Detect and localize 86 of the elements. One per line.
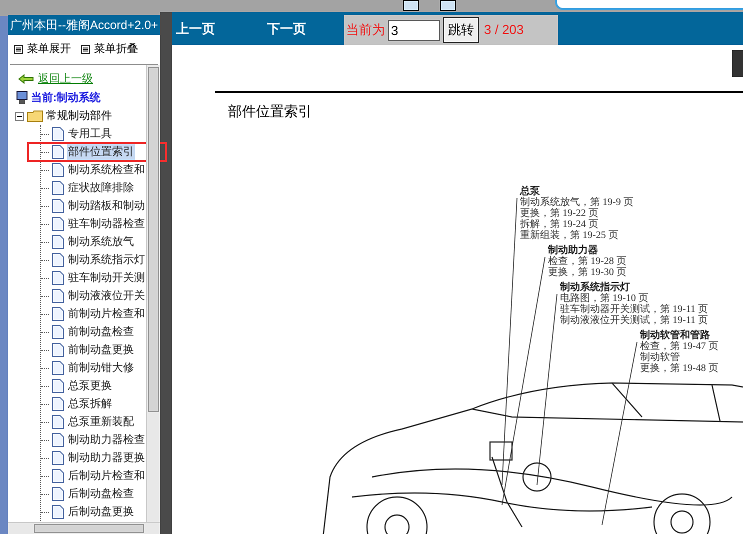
list-icon (14, 45, 23, 54)
document-icon (52, 217, 64, 231)
callout-line: 制动系统放气，第 19-9 页 (520, 197, 634, 208)
tree-item[interactable]: 驻车制动开关测 (67, 270, 146, 286)
tree-item[interactable]: 专用工具 (67, 126, 113, 142)
horizontal-scrollbar[interactable] (8, 522, 160, 534)
tree-item[interactable]: 前制动盘检查 (67, 324, 135, 340)
document-icon (52, 325, 64, 339)
collapse-toggle[interactable] (15, 112, 24, 120)
callout-title: 制动软管和管路 (640, 330, 711, 341)
callout-title: 总泵 (520, 186, 540, 197)
tree-item[interactable]: 总泵更换 (67, 378, 113, 394)
vertical-scrollbar[interactable] (146, 65, 160, 522)
tree-item[interactable]: 后制动盘更换 (67, 504, 135, 520)
list-icon (81, 45, 90, 54)
tree-item[interactable]: 前制动盘更换 (67, 342, 135, 358)
callout-line: 驻车制动器开关测试，第 19-11 页 (560, 304, 708, 315)
callout-title: 制动系统指示灯 (560, 282, 631, 293)
tree-item[interactable]: 前制动钳大修 (67, 360, 135, 376)
document-icon (52, 379, 64, 393)
document-icon (52, 127, 64, 141)
callout-line: 制动软管 (640, 352, 681, 363)
page-input[interactable]: 3 (388, 20, 440, 40)
menu-toggle[interactable]: 菜单展开 (14, 41, 71, 58)
callout-line: 拆解，第 19-24 页 (520, 219, 600, 230)
back-link[interactable]: 返回上一级 (38, 70, 93, 88)
folder-icon (27, 110, 43, 122)
menu-toggle[interactable]: 菜单折叠 (81, 41, 138, 58)
scrollbar-thumb[interactable] (34, 524, 144, 533)
document-icon (52, 307, 64, 321)
tree-item[interactable]: 制动系统检查和 (67, 162, 146, 178)
previous-page-link[interactable]: 上一页 (176, 18, 215, 38)
document-icon (52, 397, 64, 411)
callout-line: 检查，第 19-28 页 (548, 256, 626, 267)
document-icon (52, 343, 64, 357)
callout-line: 重新组装，第 19-25 页 (520, 230, 620, 241)
next-page-link[interactable]: 下一页 (267, 18, 306, 38)
tree-item[interactable]: 后制动盘检查 (67, 486, 135, 502)
tree-item[interactable]: 制动助力器更换 (67, 450, 146, 466)
tree-item[interactable]: 症状故障排除 (67, 180, 135, 196)
document-icon (52, 469, 64, 483)
tree-item[interactable]: 部件位置索引 (67, 144, 135, 160)
tree-item[interactable]: 制动液液位开关 (67, 288, 146, 304)
tree-item[interactable]: 制动系统指示灯 (67, 252, 146, 268)
callout-line: 更换，第 19-22 页 (520, 208, 600, 219)
document-icon (52, 271, 64, 285)
document-icon (52, 451, 64, 465)
document-icon (52, 289, 64, 303)
tree-item[interactable]: 制动助力器检查 (67, 432, 146, 448)
callout-title: 制动助力器 (548, 245, 599, 256)
tree-item[interactable]: 制动系统放气 (67, 234, 135, 250)
toolbar-icon[interactable] (440, 0, 456, 11)
callout-line: 检查，第 19-47 页 (640, 341, 718, 352)
callout-line: 更换，第 19-48 页 (640, 363, 718, 374)
page-count: 3 / 203 (484, 21, 524, 40)
current-section: 当前:制动系统 (31, 90, 101, 106)
document-icon (52, 415, 64, 429)
document-icon (52, 361, 64, 375)
document-icon (52, 163, 64, 177)
panel-title: 广州本田--雅阁Accord+2.0+ (8, 15, 160, 35)
callout-line: 电路图，第 19-10 页 (560, 293, 648, 304)
document-icon (52, 145, 64, 159)
document-icon (52, 433, 64, 447)
document-icon (52, 235, 64, 249)
back-arrow-icon (18, 74, 34, 84)
document-icon (52, 199, 64, 213)
page-heading: 部件位置索引 (228, 102, 312, 121)
computer-icon (16, 91, 28, 105)
callout-line: 更换，第 19-30 页 (548, 267, 626, 278)
tree-item[interactable]: 制动踏板和制动 (67, 198, 146, 214)
jump-button[interactable]: 跳转 (443, 17, 479, 43)
callout-line: 制动液液位开关测试，第 19-11 页 (560, 315, 708, 326)
document-icon (52, 181, 64, 195)
tree-item[interactable]: 后制动片检查和 (67, 468, 146, 484)
tree-item[interactable]: 前制动片检查和 (67, 306, 146, 322)
page-tab-graphic (732, 50, 743, 77)
tree-folder[interactable]: 常规制动部件 (46, 108, 112, 124)
document-icon (52, 487, 64, 501)
document-icon (52, 253, 64, 267)
document-icon (52, 505, 64, 519)
tree-item[interactable]: 总泵拆解 (67, 396, 113, 412)
tree-item[interactable]: 总泵重新装配 (67, 414, 135, 430)
scrollbar-thumb[interactable] (148, 67, 159, 412)
current-page-label: 当前为 (346, 21, 385, 40)
toolbar-icon[interactable] (403, 0, 419, 11)
tree-item[interactable]: 驻车制动器检查 (67, 216, 146, 232)
